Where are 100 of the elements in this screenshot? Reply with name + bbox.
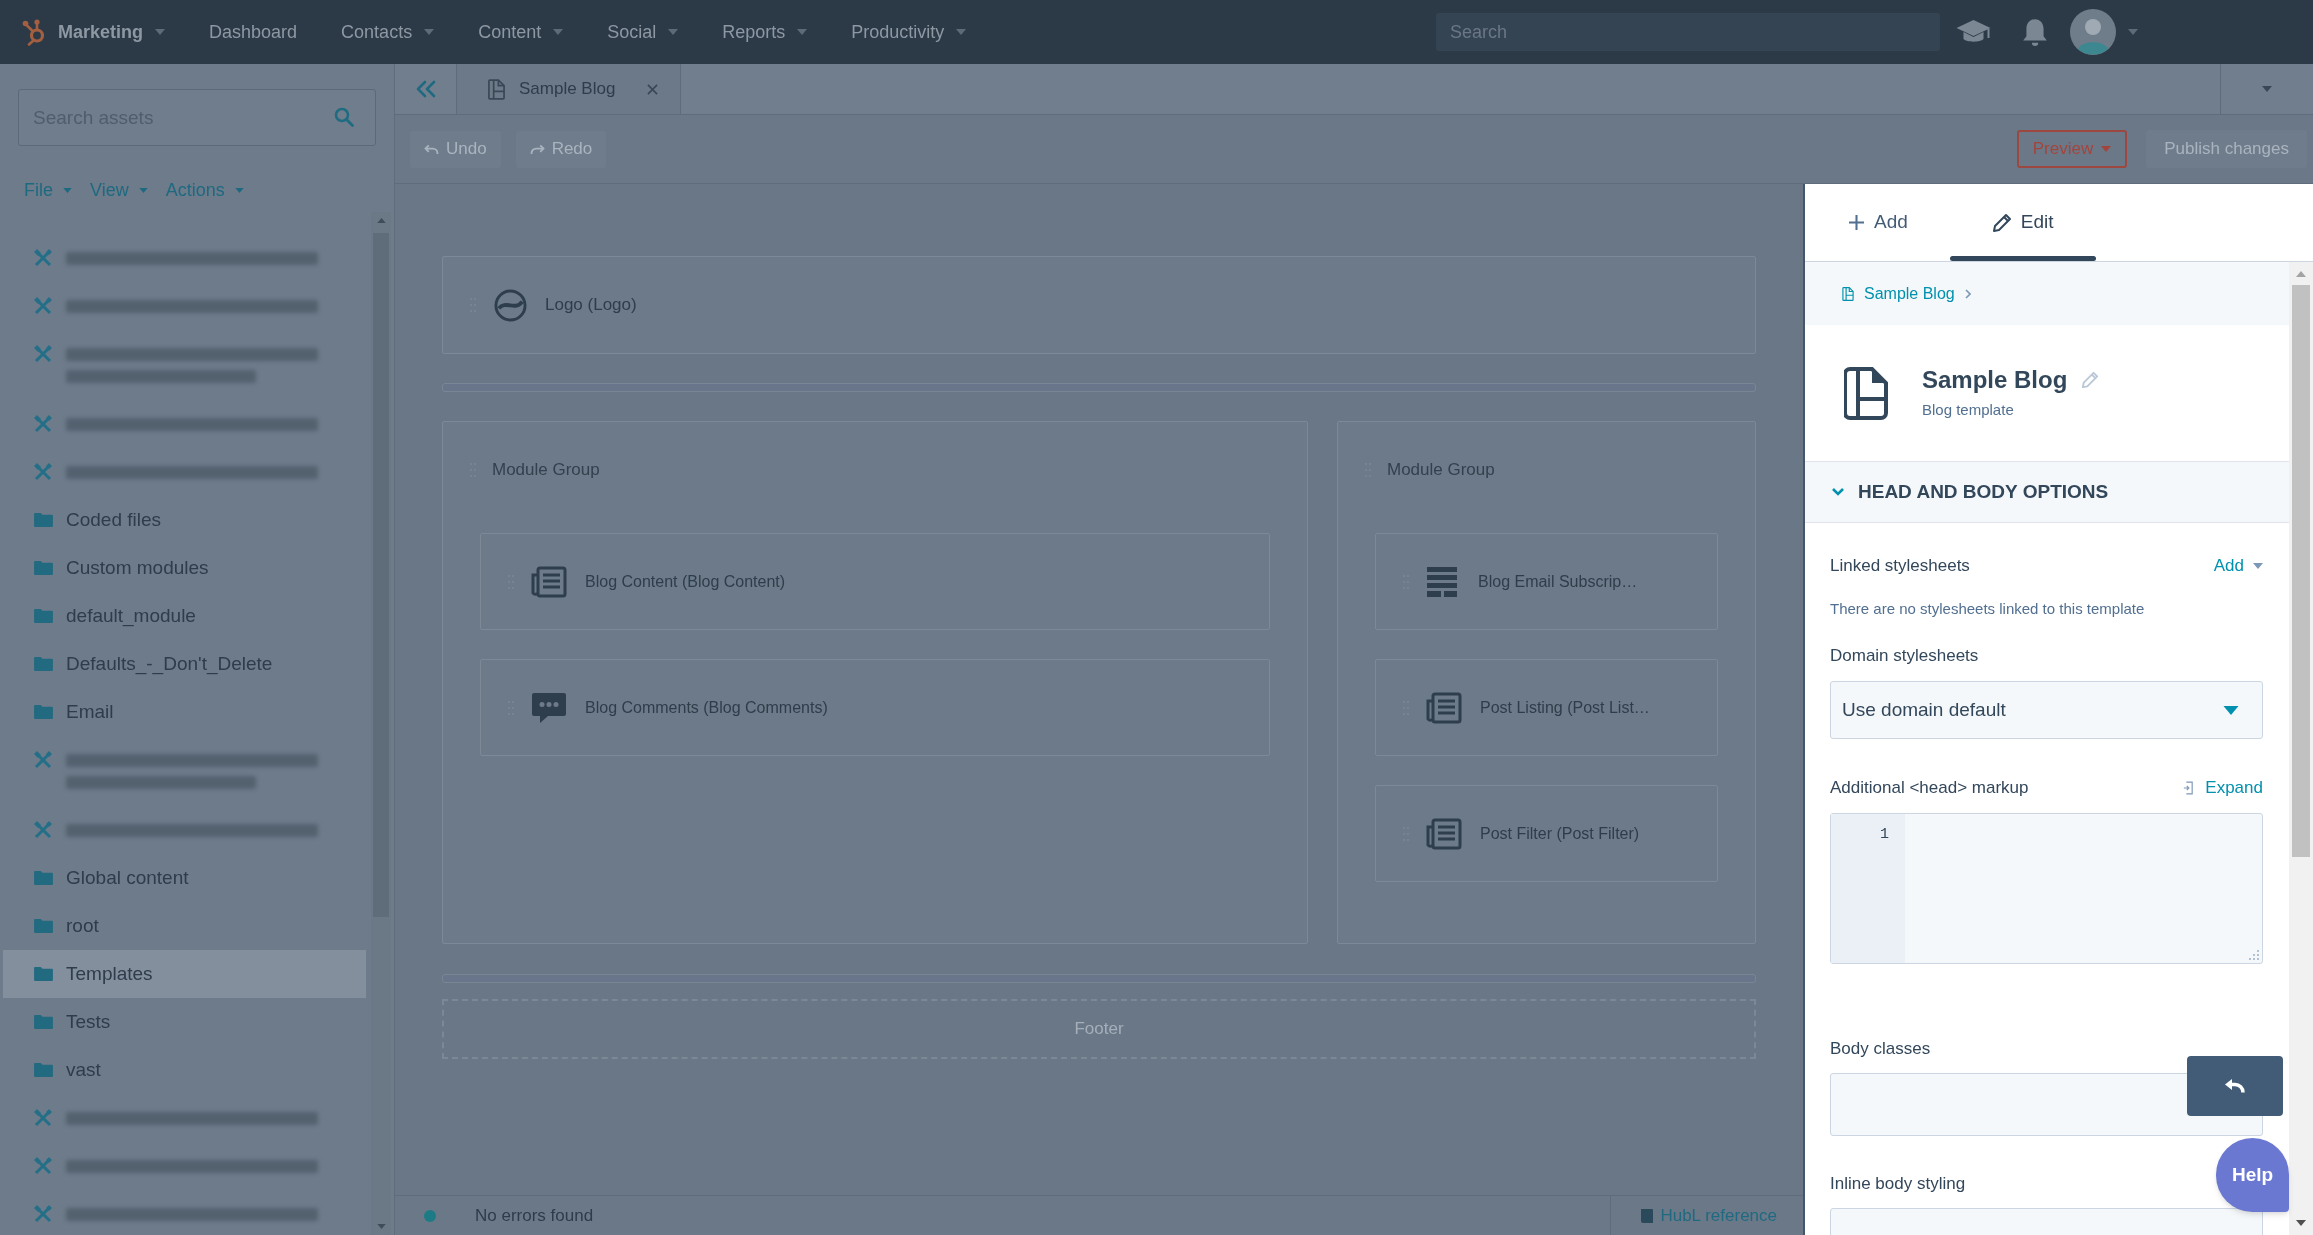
- document-icon: [488, 78, 505, 100]
- caret-icon: [63, 187, 72, 193]
- undo-icon: [424, 143, 439, 155]
- sidebar-item[interactable]: Global content: [3, 854, 366, 902]
- status-message: No errors found: [475, 1204, 594, 1227]
- redo-icon: [529, 143, 545, 155]
- close-icon[interactable]: [647, 83, 659, 95]
- avatar-icon[interactable]: [2070, 9, 2116, 55]
- panel-tab[interactable]: Edit: [1949, 184, 2096, 261]
- module-label: Post Listing (Post List…: [1480, 697, 1650, 718]
- circle-logo-icon: [494, 288, 527, 322]
- caret-icon: [2223, 705, 2239, 715]
- sidebar-item[interactable]: root: [3, 902, 366, 950]
- module-label: Blog Comments (Blog Comments): [585, 697, 828, 718]
- expand-icon: [2183, 781, 2194, 795]
- undo-toast[interactable]: [2187, 1056, 2283, 1116]
- module-card[interactable]: Blog Comments (Blog Comments): [480, 659, 1270, 756]
- field-label: Linked stylesheets: [1830, 555, 1970, 578]
- panel-tab[interactable]: Add: [1807, 184, 1950, 261]
- sidebar-item[interactable]: Defaults_-_Don't_Delete: [3, 640, 366, 688]
- scroll-up-icon[interactable]: [2296, 271, 2306, 277]
- resize-grip-icon[interactable]: [2249, 950, 2259, 960]
- tools-icon: [33, 1108, 53, 1128]
- sidebar-item[interactable]: vast: [3, 1046, 366, 1094]
- document-icon: [1842, 286, 1854, 301]
- code-editor[interactable]: 1: [1830, 813, 2263, 964]
- folder-icon: [33, 1062, 54, 1078]
- sidebar-item[interactable]: Custom modules: [3, 544, 366, 592]
- notifications-bell-icon[interactable]: [2022, 17, 2048, 47]
- scrollbar-thumb[interactable]: [2292, 285, 2310, 857]
- field-label: Body classes: [1830, 1038, 1931, 1061]
- add-dropdown-button[interactable]: Add: [2213, 553, 2263, 579]
- breadcrumb-link[interactable]: Sample Blog: [1842, 281, 1955, 306]
- module-group[interactable]: Module Group Blog Content (Blog Content) Blog Comments (Blog Comments): [442, 421, 1308, 944]
- tools-icon: [33, 414, 53, 434]
- field-label: Inline body styling: [1830, 1173, 1966, 1196]
- speech-bubble-icon: [531, 691, 567, 724]
- nav-menu-item[interactable]: Reports: [722, 12, 808, 52]
- template-title: Sample Blog: [1922, 365, 2068, 395]
- scrollbar[interactable]: [371, 212, 391, 1235]
- chevron-right-icon: [1964, 288, 1971, 299]
- module-label: Blog Email Subscrip…: [1478, 571, 1638, 592]
- sidebar-item[interactable]: Templates: [3, 950, 366, 998]
- group-title: Module Group: [1387, 459, 1495, 482]
- tools-icon: [33, 248, 53, 268]
- nav-menu-item[interactable]: Social: [607, 12, 679, 52]
- folder-icon: [33, 656, 54, 672]
- sidebar-item[interactable]: Tests: [3, 998, 366, 1046]
- dropdown-select[interactable]: Use domain default: [1830, 681, 2263, 739]
- module-card[interactable]: Post Filter (Post Filter): [1375, 785, 1718, 882]
- brand-menu[interactable]: Marketing: [22, 12, 166, 52]
- plus-icon: [1849, 215, 1864, 230]
- field-label: Domain stylesheets: [1830, 645, 1979, 668]
- line-number: 1: [1880, 825, 1889, 845]
- sidebar-item[interactable]: default_module: [3, 592, 366, 640]
- preview-button[interactable]: Preview: [2016, 130, 2128, 168]
- sidebar-item[interactable]: Email: [3, 688, 366, 736]
- folder-icon: [33, 608, 54, 624]
- scrollbar[interactable]: [2289, 262, 2313, 1235]
- tools-icon: [33, 1156, 53, 1176]
- menu-dropdown[interactable]: File: [24, 176, 72, 204]
- section-header[interactable]: HEAD AND BODY OPTIONS: [1805, 461, 2289, 523]
- menu-dropdown[interactable]: Actions: [165, 176, 244, 204]
- folder-icon: [33, 966, 54, 982]
- scroll-down-icon[interactable]: [2296, 1220, 2306, 1226]
- editor-tab[interactable]: Sample Blog: [457, 64, 682, 114]
- empty-message: There are no stylesheets linked to this template: [1830, 599, 2146, 619]
- module-group[interactable]: Module Group Blog Email Subscrip… Post Listing (Post List… Post Filter (Post Filter): [1337, 421, 1756, 944]
- caret-icon[interactable]: [2128, 29, 2138, 35]
- module-card[interactable]: Blog Email Subscrip…: [1375, 533, 1718, 630]
- folder-icon: [33, 560, 54, 576]
- pencil-icon: [1991, 212, 2012, 233]
- tools-icon: [33, 750, 53, 770]
- newspaper-icon: [1426, 817, 1462, 850]
- status-dot-icon: [424, 1209, 436, 1222]
- expand-link[interactable]: Expand: [2183, 775, 2263, 801]
- search-icon[interactable]: [334, 107, 354, 127]
- scroll-up-icon[interactable]: [376, 218, 386, 223]
- menu-dropdown[interactable]: View: [90, 176, 148, 204]
- double-chevron-left-icon: [414, 80, 437, 98]
- nav-menu-item[interactable]: Content: [478, 12, 564, 52]
- sidebar-item[interactable]: Coded files: [3, 496, 366, 544]
- group-title: Module Group: [492, 459, 600, 482]
- folder-icon: [33, 870, 54, 886]
- caret-icon: [138, 187, 148, 193]
- pencil-icon[interactable]: [2081, 371, 2100, 389]
- newspaper-icon: [1426, 691, 1462, 724]
- graduation-cap-icon[interactable]: [1955, 19, 1992, 45]
- undo-icon: [2224, 1078, 2246, 1094]
- field-label: Additional <head> markup: [1830, 777, 2029, 800]
- nav-menu-item[interactable]: Dashboard: [209, 12, 298, 52]
- module-card[interactable]: Logo (Logo): [442, 256, 1756, 354]
- footer-section[interactable]: Footer: [442, 999, 1756, 1059]
- nav-menu-item[interactable]: Productivity: [851, 12, 967, 52]
- tools-icon: [33, 820, 53, 840]
- module-card[interactable]: Post Listing (Post List…: [1375, 659, 1718, 756]
- caret-icon: [2253, 563, 2263, 569]
- caret-icon: [234, 187, 244, 193]
- nav-menu-item[interactable]: Contacts: [341, 12, 435, 52]
- module-card[interactable]: Blog Content (Blog Content): [480, 533, 1270, 630]
